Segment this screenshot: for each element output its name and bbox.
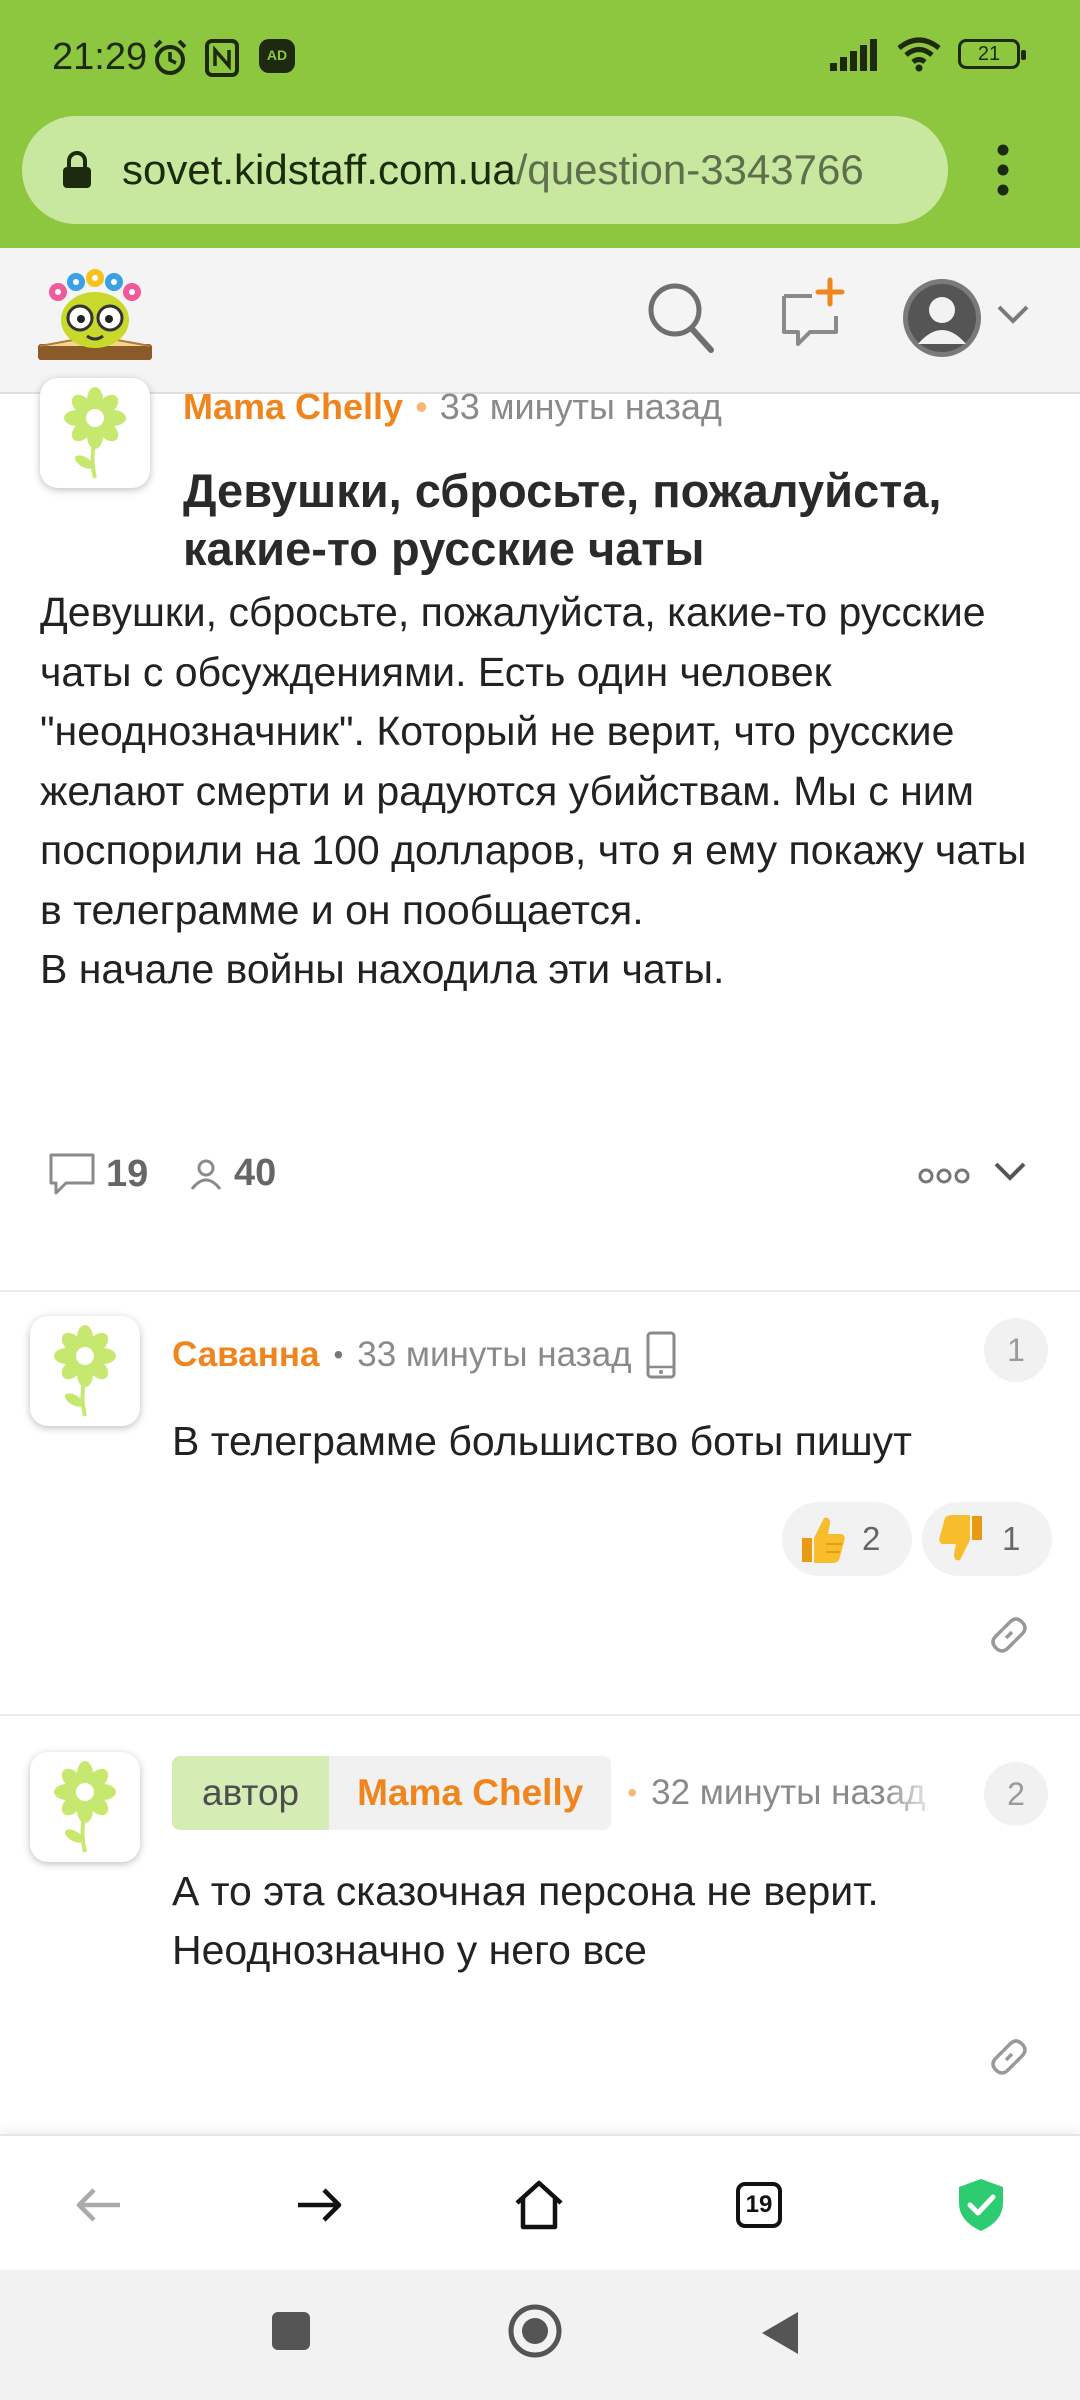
comment-author-link[interactable]: Саванна — [172, 1335, 319, 1375]
question-author-link[interactable]: Mama Chelly — [183, 386, 403, 427]
comment-meta: автор Mama Chelly • 32 минуты назад — [172, 1756, 941, 1830]
signal-icon — [830, 39, 877, 71]
browser-menu-icon[interactable] — [985, 140, 1021, 200]
status-time: 21:29 — [52, 36, 148, 78]
comment-number[interactable]: 1 — [984, 1318, 1048, 1382]
ad-blocker-icon: AD — [259, 39, 295, 73]
comment-author-avatar[interactable] — [30, 1316, 140, 1426]
system-navigation-bar — [0, 2270, 1080, 2400]
status-bar: 21:29 AD 21 — [0, 0, 1080, 110]
meta-separator: • — [627, 1777, 638, 1808]
url-text[interactable]: sovet.kidstaff.com.ua/question-3343766 — [122, 146, 864, 194]
like-count: 2 — [862, 1520, 881, 1557]
comment-bubble-icon — [49, 1153, 95, 1195]
comment-author-avatar[interactable] — [30, 1752, 140, 1862]
lock-icon — [63, 151, 91, 188]
comment-meta: Саванна • 33 минуты назад — [172, 1330, 676, 1380]
site-logo-icon[interactable] — [32, 262, 158, 372]
question-title: Девушки, сбросьте, пожалуйста, какие-то … — [183, 464, 942, 575]
battery-icon: 21 — [958, 39, 1026, 69]
comments-count-button[interactable]: 19 — [48, 1152, 148, 1196]
followers-count-value: 40 — [234, 1152, 277, 1194]
nfc-icon — [205, 39, 239, 77]
question-author-avatar[interactable] — [40, 378, 150, 488]
address-bar[interactable]: sovet.kidstaff.com.ua/question-3343766 — [22, 116, 948, 224]
url-host: sovet.kidstaff.com.ua — [122, 146, 516, 193]
meta-separator: • — [415, 386, 428, 427]
user-avatar-icon[interactable] — [900, 276, 984, 360]
meta-separator: • — [333, 1339, 344, 1370]
question-meta: Mama Chelly • 33 минуты назад — [183, 386, 722, 428]
question-body-paragraph: Девушки, сбросьте, пожалуйста, какие-то … — [40, 589, 1027, 933]
tabs-button[interactable]: 19 — [724, 2170, 794, 2240]
dislike-count: 1 — [1002, 1520, 1021, 1557]
question-body-paragraph-2: В начале войны находила эти чаты. — [40, 946, 725, 992]
question-actions: 19 40 — [48, 1152, 1038, 1202]
author-role-label: автор — [172, 1756, 330, 1830]
new-question-icon[interactable] — [778, 276, 848, 350]
svg-text:AD: AD — [267, 47, 287, 63]
divider — [0, 1290, 1080, 1292]
comment-time: 32 минуты назад — [651, 1773, 926, 1812]
forward-button[interactable] — [284, 2170, 354, 2240]
comment-number[interactable]: 2 — [984, 1762, 1048, 1826]
comment-text: А то эта сказочная персона не верит. Нео… — [172, 1868, 879, 1973]
arrow-left-icon — [76, 2188, 120, 2222]
wifi-icon — [897, 37, 941, 72]
site-header — [0, 248, 1080, 394]
permalink-icon[interactable] — [986, 1612, 1032, 1658]
followers-count[interactable]: 40 — [188, 1152, 276, 1195]
search-icon[interactable] — [645, 280, 717, 356]
question-body: Девушки, сбросьте, пожалуйста, какие-то … — [40, 583, 1050, 1000]
more-options-icon[interactable] — [917, 1166, 971, 1186]
recent-apps-icon[interactable] — [268, 2308, 314, 2354]
chevron-down-icon[interactable] — [995, 303, 1031, 327]
flower-avatar-icon — [64, 387, 126, 479]
browser-toolbar: 19 — [0, 2134, 1080, 2270]
comments-count: 19 — [106, 1152, 149, 1195]
expand-chevron-icon[interactable] — [992, 1160, 1028, 1184]
security-shield-button[interactable] — [946, 2170, 1016, 2240]
author-badge[interactable]: автор Mama Chelly — [172, 1756, 612, 1830]
arrow-right-icon — [298, 2188, 342, 2222]
mobile-device-icon — [646, 1331, 676, 1379]
browser-chrome: 21:29 AD 21 sovet.kidstaff.com.ua/questi… — [0, 0, 1080, 248]
like-button[interactable]: 2 — [782, 1502, 912, 1576]
alarm-icon — [153, 39, 187, 75]
question-time: 33 минуты назад — [439, 386, 722, 427]
comment-author-link[interactable]: Mama Chelly — [329, 1756, 612, 1830]
home-circle-icon[interactable] — [506, 2302, 564, 2360]
shield-check-icon — [959, 2179, 1003, 2231]
divider — [0, 1714, 1080, 1716]
permalink-icon[interactable] — [986, 2034, 1032, 2080]
back-button[interactable] — [64, 2170, 134, 2240]
thumbs-down-icon — [939, 1515, 982, 1561]
comment-text: В телеграмме большиство боты пишут — [172, 1418, 912, 1464]
flower-avatar-icon — [54, 1761, 116, 1853]
comment-time: 33 минуты назад — [357, 1335, 632, 1374]
home-icon — [515, 2180, 563, 2230]
tab-count: 19 — [736, 2182, 782, 2228]
home-button[interactable] — [504, 2170, 574, 2240]
url-path: /question-3343766 — [515, 146, 864, 193]
dislike-button[interactable]: 1 — [922, 1502, 1052, 1576]
system-back-icon[interactable] — [758, 2308, 802, 2358]
person-icon — [190, 1159, 222, 1190]
thumbs-up-icon — [802, 1517, 845, 1563]
flower-avatar-icon — [54, 1325, 116, 1417]
